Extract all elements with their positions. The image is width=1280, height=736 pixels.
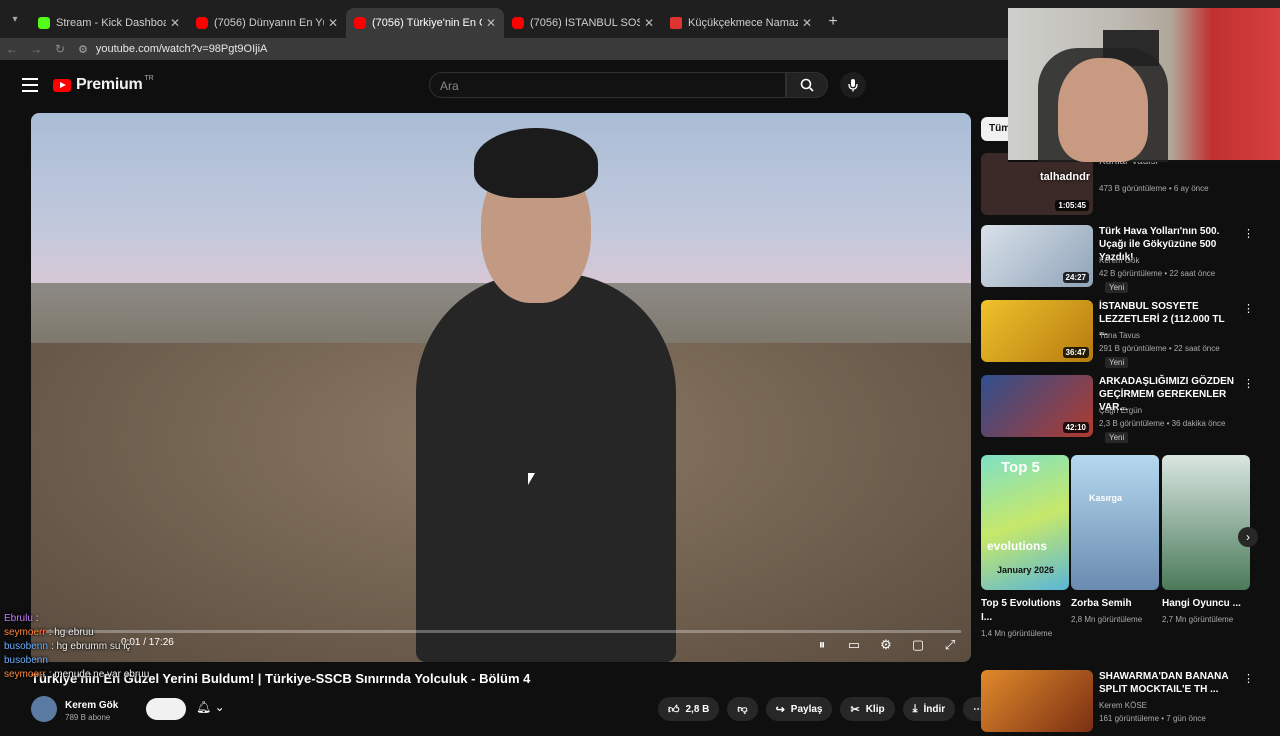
short-info: Zorba Semih 2,8 Mn görüntüleme (1071, 598, 1143, 624)
tab-list-button[interactable]: ▾ (0, 4, 30, 34)
url-text: youtube.com/watch?v=98Pgt9OIjiA (95, 43, 268, 55)
video-thumbnail[interactable]: 1:05:45 (981, 153, 1093, 215)
more-icon[interactable]: ⋮ (1243, 377, 1254, 390)
reload-icon[interactable]: ↻ (48, 42, 72, 56)
voice-search-button[interactable] (840, 72, 866, 98)
search-icon (800, 78, 814, 92)
browser-tab[interactable]: (7056) Dünyanın En Yüksek ve B ✕ (188, 8, 346, 38)
like-button[interactable]: 👍︎ 2,8 B (658, 697, 720, 721)
stream-chat-overlay: Ebrulu: seymoerr: hg ebruu busobenn: hg … (4, 612, 224, 682)
theater-mode-icon[interactable]: ▢ (907, 634, 929, 656)
video-thumbnail[interactable] (981, 670, 1093, 732)
list-item[interactable]: 1:05:45 Kurtlar Vadisi 473 B görüntüleme… (981, 153, 1251, 219)
shorts-shelf: Top 5 evolutions January 2026 Kasırga › … (981, 455, 1280, 665)
chat-message: busobenn (4, 655, 48, 666)
avatar[interactable] (31, 695, 57, 722)
close-icon[interactable]: ✕ (328, 16, 338, 30)
clip-button[interactable]: ✂ Klip (840, 697, 895, 721)
forward-icon[interactable]: → (24, 42, 48, 56)
share-button[interactable]: ↪ Paylaş (765, 697, 833, 721)
chat-message: busobenn: hg ebrumm su iç (4, 641, 131, 652)
menu-icon[interactable] (22, 78, 38, 96)
more-icon[interactable]: ⋮ (1243, 672, 1254, 685)
short-info: Hangi Oyuncu ... 2,7 Mn görüntüleme (1162, 598, 1241, 624)
settings-gear-icon[interactable]: ⚙ (875, 634, 897, 656)
new-badge: Yeni (1105, 357, 1129, 368)
close-icon[interactable]: ✕ (170, 16, 180, 30)
fullscreen-icon[interactable]: ⤢ (939, 634, 961, 656)
search-button[interactable] (786, 72, 828, 98)
browser-tab-active[interactable]: (7056) Türkiye'nin En Güzel Yeri ✕ (346, 8, 504, 38)
dislike-button[interactable]: 👎︎ (727, 697, 758, 721)
youtube-icon (354, 17, 366, 29)
more-icon[interactable]: ⋮ (1243, 227, 1254, 240)
autoplay-toggle-icon[interactable]: ⏸ (811, 634, 833, 656)
chat-message: seymoerr: hg ebruu (4, 627, 94, 638)
address-bar: ← → ↻ ⚙ youtube.com/watch?v=98Pgt9OIjiA (0, 38, 1010, 60)
video-frame-person (386, 128, 686, 662)
list-item[interactable]: 24:27 Türk Hava Yolları'nın 500. Uçağı i… (981, 225, 1254, 293)
close-icon[interactable]: ✕ (486, 16, 496, 30)
channel-name[interactable]: Kerem Gök (65, 700, 118, 711)
subscriber-count: 789 B abone (65, 713, 111, 722)
close-icon[interactable]: ✕ (644, 16, 654, 30)
browser-tab[interactable]: Küçükçekmece Namaz Vakitleri ✕ (662, 8, 820, 38)
chevron-right-icon[interactable]: › (1238, 527, 1258, 547)
close-icon[interactable]: ✕ (802, 16, 812, 30)
url-field[interactable]: ⚙ youtube.com/watch?v=98Pgt9OIjiA (78, 38, 267, 60)
new-badge: Yeni (1105, 282, 1129, 293)
search-input[interactable]: Ara (429, 72, 786, 98)
youtube-icon (196, 17, 208, 29)
streamer-tag: talhadndr (1040, 171, 1091, 183)
back-icon[interactable]: ← (0, 42, 24, 56)
chat-message: seymoerr: menude ne var ebruu (4, 669, 150, 680)
thumbs-up-icon: 👍︎ (668, 703, 680, 716)
channel-info[interactable]: Kerem Gök 789 B abone (31, 695, 118, 722)
youtube-icon (512, 17, 524, 29)
short-thumbnail[interactable]: Kasırga (1071, 455, 1159, 590)
kick-icon (38, 17, 50, 29)
recommendations-sidebar: Tüm 1:05:45 Kurtlar Vadisi 473 B görüntü… (981, 113, 1280, 732)
webcam-overlay (1008, 8, 1280, 162)
list-item[interactable]: SHAWARMA'DAN BANANA SPLIT MOCKTAIL'E TH … (981, 670, 1254, 736)
chat-message: Ebrulu: (4, 613, 39, 624)
download-icon: ⤓ (912, 702, 918, 715)
video-thumbnail[interactable]: 42:10 (981, 375, 1093, 437)
short-thumbnail[interactable] (1162, 455, 1250, 590)
youtube-header: Premium TR Ara (0, 60, 1010, 112)
youtube-logo[interactable]: Premium TR (53, 75, 154, 94)
youtube-play-icon (53, 78, 71, 92)
video-thumbnail[interactable]: 36:47 (981, 300, 1093, 362)
mouse-cursor-icon (528, 473, 535, 485)
share-icon: ↪ (775, 703, 785, 716)
bell-icon[interactable]: 🔔︎ ⌄ (196, 700, 225, 714)
thumbs-down-icon: 👎︎ (737, 704, 748, 715)
download-button[interactable]: ⤓ İndir (902, 697, 956, 721)
list-item[interactable]: 42:10 ARKADAŞLIĞIMIZI GÖZDEN GEÇİRMEM GE… (981, 375, 1254, 443)
mic-icon (848, 79, 858, 92)
browser-tab[interactable]: (7056) İSTANBUL SOSYETE LEZZ ✕ (504, 8, 662, 38)
scissors-icon: ✂ (850, 703, 860, 716)
subtitles-icon[interactable]: ▭ (843, 634, 865, 656)
video-player[interactable] (31, 113, 971, 662)
short-thumbnail[interactable]: Top 5 evolutions January 2026 (981, 455, 1069, 590)
new-badge: Yeni (1105, 432, 1129, 443)
browser-tab[interactable]: Stream - Kick Dashboard ✕ (30, 8, 188, 38)
video-thumbnail[interactable]: 24:27 (981, 225, 1093, 287)
list-item[interactable]: 36:47 İSTANBUL SOSYETE LEZZETLERİ 2 (112… (981, 300, 1254, 368)
subscribe-button[interactable] (146, 698, 186, 720)
new-tab-button[interactable]: + (820, 13, 846, 31)
short-info: Top 5 Evolutions I... 1,4 Mn görüntüleme (981, 598, 1061, 638)
video-actions: 👍︎ 2,8 B 👎︎ ↪ Paylaş ✂ Klip ⤓ İndir ⋯ (658, 697, 994, 721)
more-icon[interactable]: ⋮ (1243, 302, 1254, 315)
site-info-icon[interactable]: ⚙ (78, 43, 88, 56)
calendar-icon (670, 17, 682, 29)
streamer-face (1058, 58, 1148, 162)
